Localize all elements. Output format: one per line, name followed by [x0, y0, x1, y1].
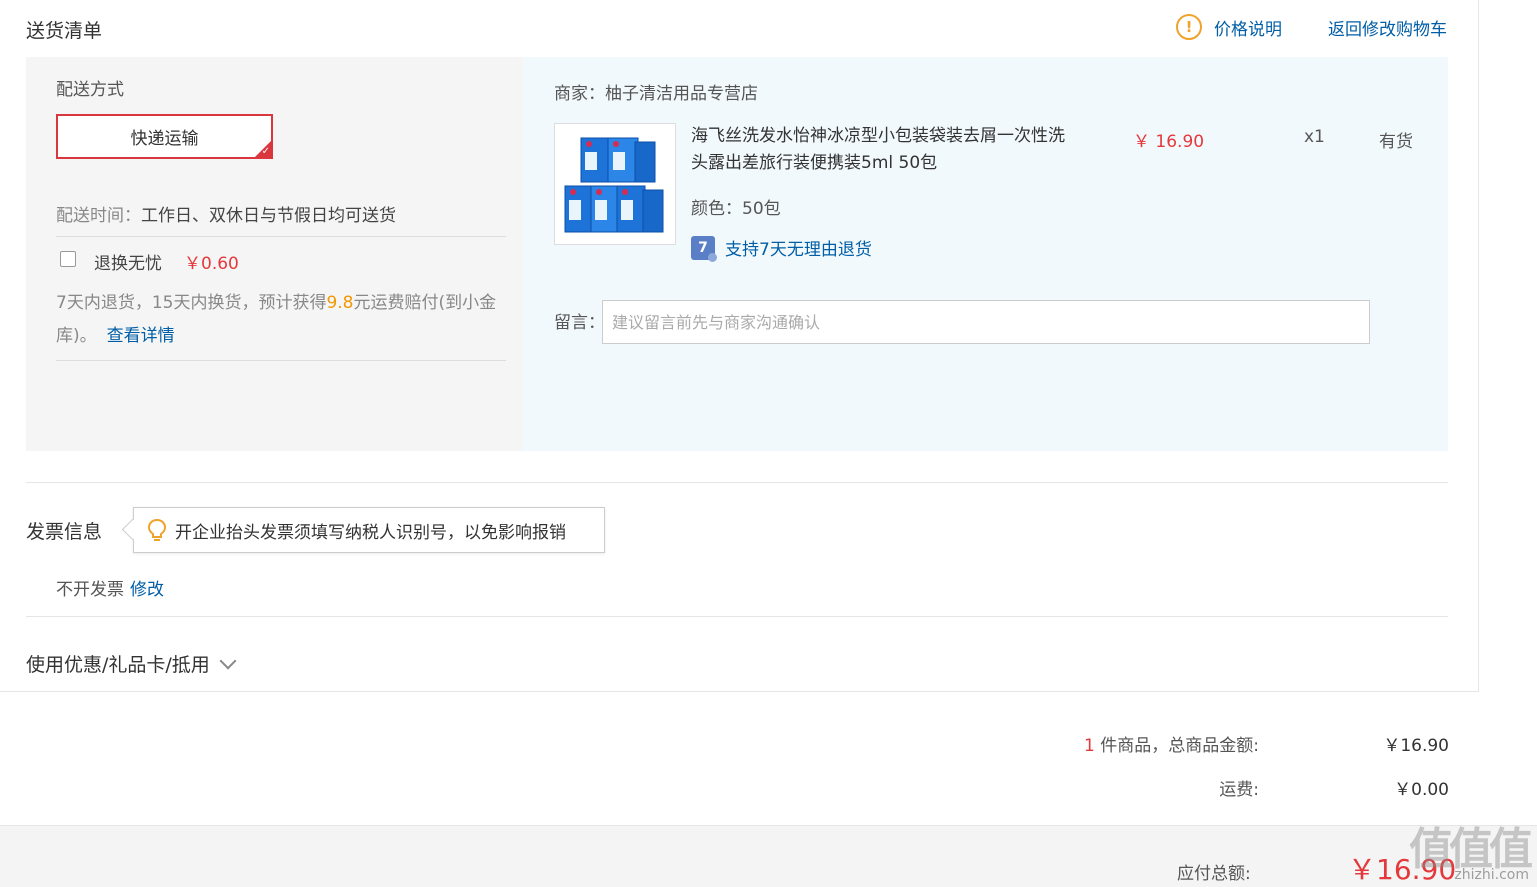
- divider: [26, 482, 1448, 483]
- view-details-link[interactable]: 查看详情: [107, 326, 175, 346]
- return-insurance-label: 退换无忧: [94, 254, 162, 274]
- seven-day-return-icon: 7: [691, 235, 717, 262]
- product-image: [564, 137, 664, 233]
- insurance-desc-text: 7天内退货，15天内换货，预计获得: [56, 293, 327, 313]
- return-insurance-description: 7天内退货，15天内换货，预计获得9.8元运费赔付(到小金库)。 查看详情: [56, 287, 506, 353]
- message-input[interactable]: [602, 300, 1370, 344]
- invoice-status: 不开发票 修改: [56, 575, 164, 600]
- return-insurance-row: 退换无忧 ￥0.60: [60, 249, 239, 274]
- shipping-fee-value: ￥0.00: [1394, 780, 1449, 800]
- items-total-value: ￥16.90: [1383, 736, 1449, 756]
- invoice-tip: 开企业抬头发票须填写纳税人识别号，以免影响报销: [133, 507, 605, 553]
- delivery-time-label: 配送时间：: [56, 206, 141, 226]
- exclamation-icon: !: [1176, 14, 1202, 40]
- invoice-title: 发票信息: [26, 521, 103, 543]
- product-name-link[interactable]: 海飞丝洗发水怡神冰凉型小包装袋装去屑一次性洗头露出差旅行装便携装5ml 50包: [691, 123, 1071, 177]
- price-note-link[interactable]: ! 价格说明: [1176, 14, 1282, 40]
- shipping-fee-label: 运费:: [1219, 780, 1259, 800]
- insurance-amount: 9.8: [326, 293, 354, 313]
- items-label: 件商品，总商品金额:: [1100, 736, 1259, 756]
- item-count: 1: [1084, 736, 1095, 756]
- order-items: 商家：柚子清洁用品专营店 海飞丝洗发水怡神冰凉型小包装袋装去屑一次性洗头露出差旅…: [523, 57, 1448, 451]
- product-quantity: x1: [1304, 127, 1325, 147]
- invoice-status-text: 不开发票: [56, 580, 124, 600]
- merchant-name: 商家：柚子清洁用品专营店: [554, 84, 758, 104]
- return-insurance-price: ￥0.60: [184, 254, 239, 274]
- chevron-down-icon: [219, 652, 237, 669]
- price-note-label: 价格说明: [1214, 19, 1282, 40]
- shipping-method-label: 配送方式: [56, 80, 124, 100]
- coupon-title: 使用优惠/礼品卡/抵用: [26, 654, 210, 676]
- product-color: 颜色：50包: [691, 199, 781, 219]
- check-icon: ✓: [261, 146, 270, 157]
- top-links: ! 价格说明 返回修改购物车: [1176, 14, 1447, 40]
- delivery-time: 配送时间：工作日、双休日与节假日均可送货: [56, 201, 396, 226]
- product-price: ￥ 16.90: [1133, 132, 1205, 152]
- express-shipping-label: 快递运输: [130, 129, 199, 149]
- stock-status: 有货: [1379, 132, 1413, 152]
- shipping-options: 配送方式 快递运输 ✓ 配送时间：工作日、双休日与节假日均可送货 退换无忧 ￥0…: [26, 57, 523, 451]
- coupon-toggle[interactable]: 使用优惠/礼品卡/抵用: [26, 650, 237, 677]
- back-to-cart-link[interactable]: 返回修改购物车: [1328, 15, 1447, 40]
- invoice-edit-link[interactable]: 修改: [130, 580, 164, 600]
- items-total-label: 1 件商品，总商品金额:: [1084, 731, 1259, 756]
- seven-day-return: 7 支持7天无理由退货: [691, 235, 872, 262]
- invoice-tip-text: 开企业抬头发票须填写纳税人识别号，以免影响报销: [175, 522, 566, 543]
- divider: [56, 236, 506, 237]
- shipping-fee-row: 运费: ￥0.00: [1219, 775, 1449, 800]
- lightbulb-icon: [147, 518, 167, 541]
- delivery-list-title: 送货清单: [26, 20, 103, 42]
- divider: [56, 360, 506, 361]
- divider: [26, 616, 1448, 617]
- total-bar: 应付总额: ￥16.90: [0, 825, 1537, 887]
- express-shipping-button[interactable]: 快递运输 ✓: [56, 114, 273, 159]
- watermark: 值值值 zhizhi.com: [1409, 827, 1533, 884]
- product-thumbnail[interactable]: [554, 123, 676, 245]
- total-label: 应付总额:: [1177, 864, 1251, 884]
- message-label: 留言：: [554, 313, 605, 333]
- return-insurance-checkbox[interactable]: [60, 250, 76, 267]
- seven-day-return-label: 支持7天无理由退货: [725, 240, 872, 260]
- delivery-box: 配送方式 快递运输 ✓ 配送时间：工作日、双休日与节假日均可送货 退换无忧 ￥0…: [26, 57, 1448, 451]
- delivery-time-value: 工作日、双休日与节假日均可送货: [141, 206, 396, 226]
- items-total-row: 1 件商品，总商品金额: ￥16.90: [1084, 731, 1449, 756]
- order-panel: 送货清单 ! 价格说明 返回修改购物车 配送方式 快递运输 ✓ 配送时间：工作日…: [0, 0, 1479, 692]
